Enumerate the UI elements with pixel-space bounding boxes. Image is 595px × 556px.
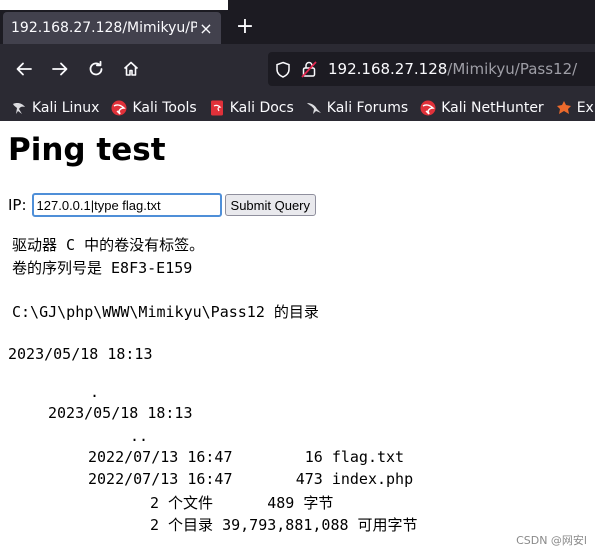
output-line: 2023/05/18 18:13 — [8, 345, 153, 363]
kali-docs-icon — [209, 100, 225, 116]
reload-icon — [89, 60, 103, 76]
kali-tools-icon — [111, 100, 127, 116]
output-line: 2 个文件 489 字节 — [150, 494, 334, 512]
arrow-left-icon — [16, 62, 32, 76]
ip-label: IP: — [8, 196, 27, 214]
bookmark-kali-forums[interactable]: Kali Forums — [306, 100, 408, 116]
bookmark-kali-docs[interactable]: Kali Docs — [209, 100, 294, 116]
url-path: /Mimikyu/Pass12/ — [447, 60, 578, 78]
bookmark-kali-tools[interactable]: Kali Tools — [111, 99, 197, 116]
output-line: 2023/05/18 18:13 — [48, 404, 193, 422]
bookmark-kali-nethunter[interactable]: Kali NetHunter — [420, 99, 544, 116]
submit-button[interactable]: Submit Query — [224, 194, 317, 216]
tab-title: 192.168.27.128/Mimikyu/Pass12 — [11, 20, 197, 36]
bookmark-label: Kali Forums — [326, 99, 409, 116]
bookmark-label: Kali NetHunter — [441, 99, 544, 116]
bookmark-label: Kali Tools — [132, 99, 197, 116]
home-icon — [123, 61, 139, 76]
screen-edge — [0, 0, 228, 10]
new-tab-button[interactable]: + — [234, 14, 256, 40]
bookmark-kali-linux[interactable]: Kali Linux — [11, 100, 99, 116]
reload-button[interactable] — [84, 57, 108, 81]
ping-form: IP: Submit Query — [8, 193, 317, 217]
output-line: C:\GJ\php\WWW\Mimikyu\Pass12 的目录 — [12, 303, 319, 321]
output-line: 2 个目录 39,793,881,088 可用字节 — [150, 516, 418, 534]
tab-strip: 192.168.27.128/Mimikyu/Pass12 × + — [0, 0, 595, 44]
lock-insecure-icon[interactable] — [298, 58, 320, 80]
bookmark-label: Exploit — [576, 99, 595, 116]
arrow-right-icon — [52, 62, 68, 76]
output-line: 2022/07/13 16:47 473 index.php — [88, 470, 414, 488]
forward-button[interactable] — [48, 57, 72, 81]
nav-bar: 192.168.27.128/Mimikyu/Pass12/ — [0, 44, 595, 94]
bookmark-exploit[interactable]: Exploit — [556, 100, 595, 116]
close-icon[interactable]: × — [197, 19, 215, 38]
exploit-db-icon — [556, 100, 572, 116]
shield-icon[interactable] — [272, 58, 294, 80]
bookmark-label: Kali Docs — [229, 99, 294, 116]
ip-input[interactable] — [31, 193, 222, 217]
url-host: 192.168.27.128 — [328, 60, 448, 78]
output-line: 卷的序列号是 E8F3-E159 — [12, 259, 193, 277]
output-line: 2022/07/13 16:47 16 flag.txt — [88, 448, 405, 466]
back-button[interactable] — [12, 57, 36, 81]
output-line: .. — [130, 427, 149, 445]
page-content: Ping test IP: Submit Query 驱动器 C 中的卷没有标签… — [0, 121, 595, 556]
kali-nethunter-icon — [420, 100, 436, 116]
url-bar[interactable]: 192.168.27.128/Mimikyu/Pass12/ — [268, 52, 595, 86]
kali-dragon-icon — [11, 100, 27, 116]
tab-active[interactable]: 192.168.27.128/Mimikyu/Pass12 × — [3, 12, 221, 44]
page-title: Ping test — [8, 132, 166, 168]
browser-chrome: 192.168.27.128/Mimikyu/Pass12 × + 192.16… — [0, 0, 595, 121]
output-line: 驱动器 C 中的卷没有标签。 — [12, 236, 205, 254]
bookmark-label: Kali Linux — [32, 99, 100, 116]
kali-forums-icon — [306, 100, 322, 116]
output-line: . — [90, 383, 100, 401]
watermark: CSDN @网安l — [516, 534, 587, 547]
home-button[interactable] — [119, 57, 143, 81]
bookmarks-toolbar: Kali Linux Kali Tools Kali Docs Kali For… — [0, 94, 595, 121]
